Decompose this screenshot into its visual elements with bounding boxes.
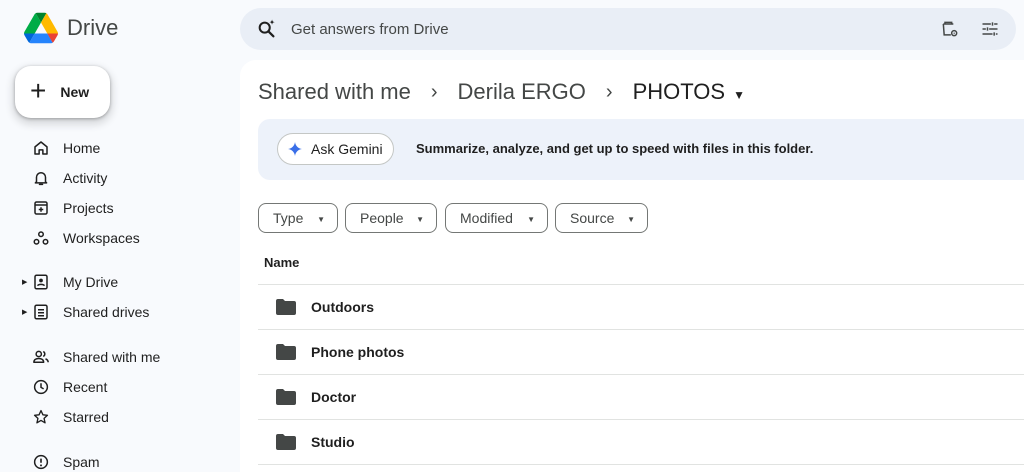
sidebar-item-workspaces[interactable]: Workspaces [0,223,236,253]
chevron-right-icon: › [430,80,438,103]
filter-tune-icon[interactable] [980,19,1000,39]
sidebar-item-label: Workspaces [63,230,140,246]
filter-chip-label: People [360,210,404,226]
my-drive-icon [32,273,50,291]
list-item[interactable]: Phone photos [258,330,1024,375]
search-settings-icon[interactable] [940,19,960,39]
caret-down-icon: ▼ [527,215,535,224]
chevron-right-icon: › [605,80,613,103]
sidebar-item-label: Home [63,140,101,156]
sidebar-item-shared-drives[interactable]: ▶ Shared drives [0,297,236,327]
sidebar-item-label: Starred [63,409,109,425]
sidebar-item-label: Activity [63,170,108,186]
folder-icon [276,434,296,450]
filter-chip-people[interactable]: People ▼ [345,203,437,233]
folder-name: Outdoors [311,299,374,315]
breadcrumb-derila-ergo[interactable]: Derila ERGO [458,79,586,105]
search-sparkle-icon [258,19,275,38]
caret-down-icon: ▼ [416,215,424,224]
caret-down-icon: ▼ [317,215,325,224]
folder-icon [276,344,296,360]
filter-chip-source[interactable]: Source ▼ [555,203,648,233]
sidebar-item-label: Shared drives [63,304,150,320]
search-input[interactable] [291,8,891,50]
star-icon [32,408,50,426]
breadcrumb: Shared with me › Derila ERGO › PHOTOS ▼ [258,79,745,105]
sidebar-item-label: Shared with me [63,349,161,365]
sidebar-item-home[interactable]: Home [0,133,236,163]
list-item[interactable]: Outdoors [258,285,1024,330]
breadcrumb-shared-with-me[interactable]: Shared with me [258,79,411,105]
sidebar-item-spam[interactable]: Spam [0,447,236,472]
sidebar-item-my-drive[interactable]: ▶ My Drive [0,267,236,297]
drive-logo[interactable]: Drive [24,12,118,44]
projects-icon [32,199,50,217]
folder-name: Phone photos [311,344,405,360]
ask-gemini-label: Ask Gemini [311,141,383,157]
filter-chip-label: Modified [460,210,513,226]
folder-name: Doctor [311,389,357,405]
people-icon [32,348,50,366]
new-button-label: New [60,84,90,100]
column-header-name[interactable]: Name [264,255,299,270]
spam-icon [32,453,50,471]
filter-chip-label: Source [570,210,615,226]
workspaces-icon [32,229,50,247]
list-item[interactable]: Studio [258,420,1024,465]
caret-down-icon: ▼ [627,215,635,224]
sidebar-item-label: Recent [63,379,108,395]
folder-icon [276,389,296,405]
clock-icon [32,378,50,396]
filter-chip-modified[interactable]: Modified ▼ [445,203,548,233]
app-name: Drive [67,15,119,40]
expand-arrow-icon[interactable]: ▶ [22,308,27,316]
gemini-description: Summarize, analyze, and get up to speed … [416,141,814,156]
sidebar-item-shared-with-me[interactable]: Shared with me [0,342,236,372]
filter-chip-label: Type [273,210,304,226]
divider [258,464,1024,465]
home-icon [32,139,50,157]
gemini-bar: Ask Gemini Summarize, analyze, and get u… [258,119,1024,180]
sidebar-item-activity[interactable]: Activity [0,163,236,193]
sidebar-item-projects[interactable]: Projects [0,193,236,223]
breadcrumb-current-folder[interactable]: PHOTOS ▼ [633,79,745,105]
sidebar-item-label: Spam [63,454,100,470]
drive-logo-icon [24,12,58,44]
new-button[interactable]: + New [15,66,110,118]
sidebar-item-label: My Drive [63,274,119,290]
ask-gemini-button[interactable]: Ask Gemini [277,133,394,165]
shared-drives-icon [32,303,50,321]
folder-icon [276,299,296,315]
current-folder-name: PHOTOS [632,79,726,104]
folder-name: Studio [311,434,355,450]
sidebar-item-label: Projects [63,200,114,216]
sidebar-item-recent[interactable]: Recent [0,372,236,402]
bell-icon [32,169,50,187]
sidebar-item-starred[interactable]: Starred [0,402,236,432]
list-item[interactable]: Doctor [258,375,1024,420]
gemini-sparkle-icon [288,142,302,156]
caret-down-icon: ▼ [733,88,745,102]
filter-chip-type[interactable]: Type ▼ [258,203,338,233]
plus-icon: + [30,74,47,106]
search-bar [240,8,1016,50]
main-panel: Shared with me › Derila ERGO › PHOTOS ▼ A… [240,60,1024,472]
expand-arrow-icon[interactable]: ▶ [22,278,27,286]
